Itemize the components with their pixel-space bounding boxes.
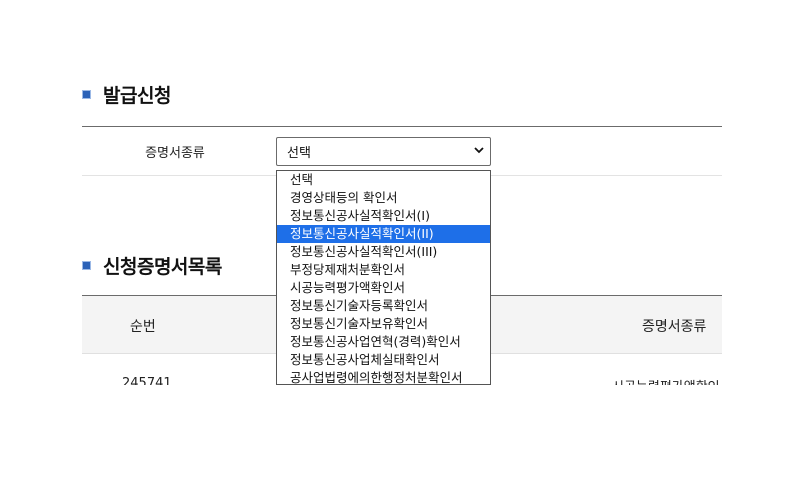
dropdown-option[interactable]: 공사업법령에의한행정처분확인서: [277, 369, 490, 384]
dropdown-option[interactable]: 선택: [277, 171, 490, 189]
column-header-no: 순번: [130, 319, 156, 335]
section-title-list: 신청증명서목록: [82, 252, 222, 279]
table-cell-type: 시공능력평가액확인서: [612, 376, 722, 385]
certificate-type-label: 증명서종류: [145, 145, 205, 161]
dropdown-option[interactable]: 정보통신기술자등록확인서: [277, 297, 490, 315]
dropdown-option[interactable]: 정보통신공사실적확인서(III): [277, 243, 490, 261]
dropdown-option[interactable]: 정보통신기술자보유확인서: [277, 315, 490, 333]
select-value: 선택: [287, 146, 311, 161]
dropdown-option[interactable]: 부정당제재처분확인서: [277, 261, 490, 279]
dropdown-option[interactable]: 정보통신공사업연혁(경력)확인서: [277, 333, 490, 351]
dropdown-option-selected[interactable]: 정보통신공사실적확인서(II): [277, 225, 490, 243]
section-title-apply: 발급신청: [82, 81, 171, 108]
table-cell-no: 245741: [122, 376, 172, 385]
certificate-type-select[interactable]: 선택: [276, 137, 491, 166]
chevron-down-icon: [474, 147, 484, 154]
certificate-type-dropdown[interactable]: 선택 경영상태등의 확인서 정보통신공사실적확인서(I) 정보통신공사실적확인서…: [276, 170, 491, 385]
dropdown-option[interactable]: 정보통신공사업체실태확인서: [277, 351, 490, 369]
square-bullet-icon: [82, 90, 91, 99]
dropdown-option[interactable]: 경영상태등의 확인서: [277, 189, 490, 207]
column-header-type: 증명서종류: [642, 319, 707, 335]
section-title-text: 신청증명서목록: [103, 256, 222, 278]
section-title-text: 발급신청: [103, 85, 171, 107]
blank-area: [0, 385, 793, 486]
dropdown-option[interactable]: 정보통신공사실적확인서(I): [277, 207, 490, 225]
square-bullet-icon: [82, 261, 91, 270]
dropdown-option[interactable]: 시공능력평가액확인서: [277, 279, 490, 297]
